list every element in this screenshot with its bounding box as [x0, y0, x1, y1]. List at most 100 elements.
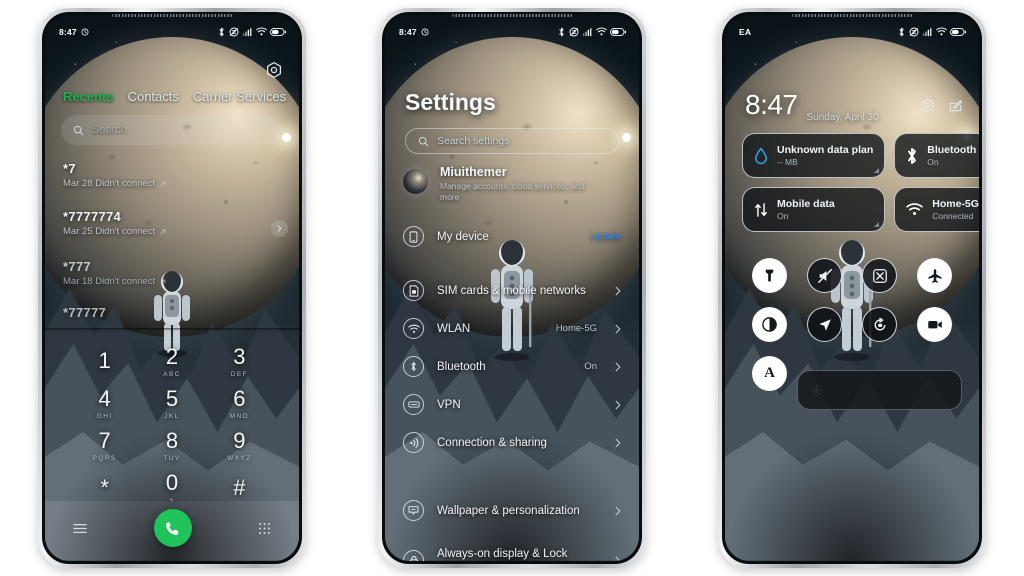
tile-title: Mobile data	[777, 198, 835, 210]
key-digit: 1	[98, 347, 111, 373]
sim-card-icon	[403, 280, 424, 302]
call-detail-text: Mar 25 Didn't connect	[63, 226, 156, 237]
sidebar-item-my-device[interactable]: My device Update	[403, 218, 621, 256]
keypad-icon[interactable]	[258, 522, 271, 535]
qs-silent-mode-button[interactable]	[807, 258, 842, 293]
list-item[interactable]: *777 Mar 18 Didn't connect	[63, 259, 281, 287]
qs-screenshot-button[interactable]	[862, 258, 897, 293]
list-item[interactable]: *77777	[63, 305, 281, 320]
settings-search-placeholder: Search settings	[437, 135, 510, 147]
tile-mobile-data[interactable]: Mobile data On	[742, 187, 886, 232]
sidebar-item-wlan[interactable]: WLAN Home-5G	[403, 310, 621, 348]
key-digit: 6	[233, 386, 246, 411]
dialpad-key-8[interactable]: 8 TUV	[138, 425, 205, 467]
avatar	[403, 169, 428, 194]
tile-expand-corner[interactable]	[874, 222, 880, 227]
phone1-statusbar: 8:47	[45, 15, 299, 41]
dnd-mute-icon	[909, 27, 918, 36]
statusbar-time: 8:47	[59, 26, 77, 37]
tile-title: Home-5G	[932, 198, 979, 210]
bluetooth-icon	[403, 356, 424, 378]
sidebar-item-vpn[interactable]: VPN	[403, 386, 621, 424]
qs-airplane-mode-button[interactable]	[917, 258, 952, 293]
chevron-right-icon	[615, 556, 621, 561]
sidebar-item-lock-screen[interactable]: Always-on display & Lock screen	[403, 542, 621, 561]
list-item[interactable]: *7 Mar 28 Didn't connect	[63, 161, 281, 189]
sidebar-item-value: Home-5G	[555, 323, 597, 335]
dialpad-key-star[interactable]: *	[71, 467, 138, 509]
tile-bluetooth[interactable]: Bluetooth On	[894, 133, 979, 178]
wifi-icon	[255, 27, 267, 36]
dialpad-key-3[interactable]: 3 DEF	[206, 341, 273, 383]
page-title: Settings	[405, 89, 496, 115]
sidebar-item-sim-cards[interactable]: SIM cards & mobile networks	[403, 272, 621, 310]
dialpad-key-7[interactable]: 7 PQRS	[71, 425, 138, 467]
qs-rotation-lock-button[interactable]	[862, 307, 897, 342]
signal-icon	[242, 27, 252, 36]
brightness-slider[interactable]	[797, 370, 962, 410]
airplane-icon	[927, 268, 942, 283]
phone-device-dialer: 8:47 Recents Contacts Carrier Services S…	[38, 8, 306, 568]
account-row[interactable]: Miuithemer Manage accounts, cloud servic…	[403, 165, 621, 204]
outgoing-call-arrow-icon	[160, 229, 166, 234]
qs-screen-record-button[interactable]	[917, 307, 952, 342]
dialpad-key-hash[interactable]: #	[206, 467, 273, 509]
tile-data-plan[interactable]: Unknown data plan -- MB	[742, 133, 886, 178]
settings-gear-icon[interactable]	[920, 98, 935, 113]
key-letters: MNO	[229, 413, 250, 420]
sidebar-item-bluetooth[interactable]: Bluetooth On	[403, 348, 621, 386]
rotation-lock-icon	[874, 317, 885, 330]
qs-dark-mode-button[interactable]	[752, 307, 787, 342]
chevron-right-icon	[615, 324, 621, 334]
menu-icon[interactable]	[73, 523, 87, 534]
screenshot-icon	[872, 268, 887, 283]
settings-list: Miuithemer Manage accounts, cloud servic…	[385, 165, 639, 561]
qs-auto-brightness-button[interactable]: A	[752, 356, 787, 391]
camera-button[interactable]	[265, 61, 283, 84]
dialpad-key-0[interactable]: 0 +	[138, 467, 205, 509]
sidebar-item-wallpaper[interactable]: Wallpaper & personalization	[403, 492, 621, 530]
dialpad-key-2[interactable]: 2 ABC	[138, 341, 205, 383]
statusbar-right	[558, 27, 626, 37]
search-input[interactable]: Search	[61, 115, 283, 145]
tile-expand-corner[interactable]	[874, 168, 880, 173]
dialpad-key-4[interactable]: 4 GHI	[71, 383, 138, 425]
tile-text: Bluetooth On	[927, 144, 976, 167]
sidebar-item-label: VPN	[437, 398, 461, 411]
qs-location-button[interactable]	[807, 307, 842, 342]
bluetooth-icon	[219, 27, 224, 36]
tab-recents[interactable]: Recents	[63, 89, 114, 104]
dialpad-key-9[interactable]: 9 WXYZ	[206, 425, 273, 467]
silent-mode-icon	[817, 268, 832, 283]
sidebar-item-label: Bluetooth	[437, 360, 486, 373]
key-digit: #	[233, 475, 246, 500]
call-number: *7777774	[63, 209, 122, 224]
dialpad-key-6[interactable]: 6 MNO	[206, 383, 273, 425]
update-badge[interactable]: Update	[590, 231, 621, 242]
tile-wifi[interactable]: Home-5G Connected	[894, 187, 979, 232]
next-page-button[interactable]	[271, 220, 288, 237]
dialpad-key-5[interactable]: 5 JKL	[138, 383, 205, 425]
tile-subtitle: -- MB	[777, 157, 798, 167]
screenshot-stage: 8:47 Recents Contacts Carrier Services S…	[0, 0, 1024, 576]
sidebar-item-connection-sharing[interactable]: Connection & sharing	[403, 424, 621, 462]
list-item[interactable]: *7777774 Mar 25 Didn't connect	[63, 209, 281, 237]
qs-flashlight-button[interactable]	[752, 258, 787, 293]
call-icon	[166, 521, 179, 535]
outgoing-call-arrow-icon	[160, 279, 166, 284]
key-digit: *	[100, 475, 109, 500]
tile-subtitle: On	[927, 157, 939, 167]
dialpad-key-1[interactable]: 1	[71, 341, 138, 383]
phone-bezel: 8:47	[42, 12, 302, 564]
call-button[interactable]	[153, 509, 192, 547]
settings-search-input[interactable]: Search settings	[405, 128, 619, 154]
earpiece-grille	[112, 14, 232, 17]
battery-icon	[270, 27, 286, 36]
chevron-right-icon	[277, 225, 282, 232]
edit-icon[interactable]	[948, 98, 963, 113]
tab-carrier-services[interactable]: Carrier Services	[193, 89, 286, 104]
call-log-list: *7 Mar 28 Didn't connect *7777774 Mar 25…	[45, 161, 299, 336]
tab-contacts[interactable]: Contacts	[128, 89, 179, 104]
search-placeholder: Search	[92, 124, 127, 136]
control-center-actions	[920, 98, 963, 113]
